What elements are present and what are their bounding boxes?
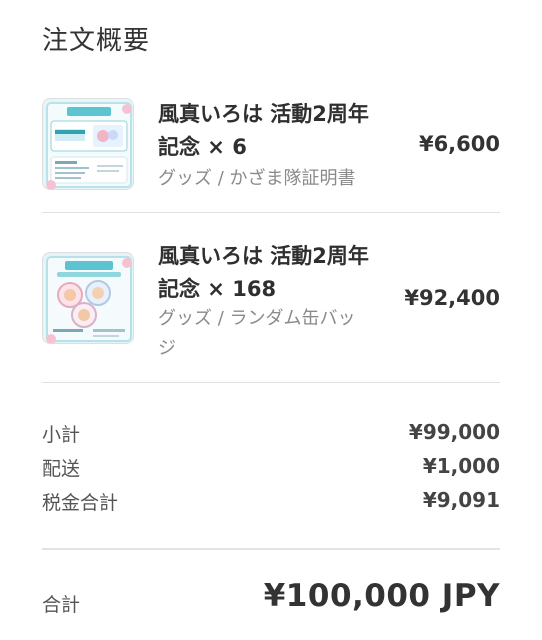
subtotal-value: ¥99,000 [408,420,500,444]
item-name: 風真いろは 活動2周年 記念 × 168 [158,244,369,301]
badge-product-image [42,252,134,344]
divider [42,382,500,383]
tax-value: ¥9,091 [422,488,500,512]
total-row: 合計 ¥100,000 JPY [42,578,500,628]
shipping-label: 配送 [42,458,81,480]
total-value: ¥100,000 JPY [263,578,500,614]
shipping-row: 配送 ¥1,000 [42,454,500,484]
divider [42,548,500,550]
item-price: ¥6,600 [418,132,500,156]
line-item-badge: 風真いろは 活動2周年 記念 × 168 グッズ / ランダム缶バッ ジ ¥92… [42,240,500,380]
shipping-value: ¥1,000 [422,454,500,478]
divider [42,212,500,213]
total-label: 合計 [42,594,81,616]
subtotal-row: 小計 ¥99,000 [42,420,500,450]
item-name: 風真いろは 活動2周年 記念 × 6 [158,102,369,159]
certificate-product-image [42,98,134,190]
item-price: ¥92,400 [404,286,500,310]
tax-row: 税金合計 ¥9,091 [42,488,500,518]
order-summary-title: 注文概要 [42,26,151,56]
subtotal-label: 小計 [42,424,81,446]
item-variant: グッズ / ランダム缶バッ ジ [158,308,356,359]
tax-label: 税金合計 [42,492,119,514]
item-variant: グッズ / かざま隊証明書 [158,168,356,189]
line-item-certificate: 風真いろは 活動2周年 記念 × 6 グッズ / かざま隊証明書 ¥6,600 [42,98,500,212]
